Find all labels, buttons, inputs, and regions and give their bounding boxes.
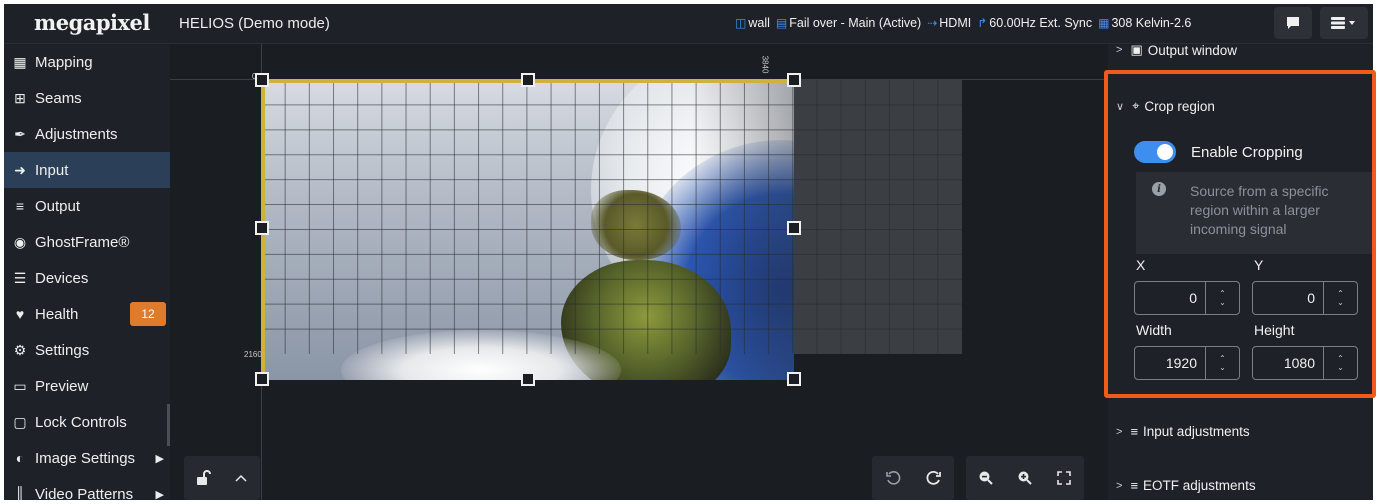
signal-pulse-icon: ↱: [977, 16, 988, 30]
logo: megapixel: [34, 10, 150, 35]
list-icon: ☰: [13, 269, 27, 286]
sliders-icon: ≡: [1130, 478, 1139, 493]
section-output-window[interactable]: > ▣ Output window: [1116, 42, 1237, 58]
sidebar-item-devices[interactable]: ☰ Devices: [4, 260, 170, 296]
app-title: HELIOS (Demo mode): [179, 15, 330, 32]
sidebar-item-lock-controls[interactable]: ▢ Lock Controls: [4, 404, 170, 440]
resize-handle-top-right[interactable]: [787, 73, 801, 87]
undo-icon: [885, 471, 900, 485]
cogs-icon: ⚙: [13, 341, 27, 358]
resize-handle-right[interactable]: [787, 221, 801, 235]
collapse-button[interactable]: [226, 474, 256, 482]
status-sync[interactable]: ↱ 60.00Hz Ext. Sync: [977, 16, 1092, 30]
sliders-icon: ≡: [1130, 424, 1139, 439]
crop-region-highlight: [1104, 70, 1376, 398]
barcode-icon: ║: [15, 486, 25, 500]
sign-in-icon: ➜: [14, 161, 26, 178]
database-menu-button[interactable]: [1320, 7, 1368, 39]
database-icon: ◫: [735, 16, 747, 30]
resize-handle-top[interactable]: [521, 73, 535, 87]
chat-icon: [1287, 17, 1299, 29]
unlock-icon: ▢: [13, 413, 27, 430]
sidebar-item-seams[interactable]: ⊞ Seams: [4, 80, 170, 116]
chevron-up-icon: [235, 474, 247, 482]
sidebar: ▦ Mapping ⊞ Seams ✒ Adjustments ➜ Input ≡ Out…: [4, 44, 170, 500]
chevron-right-icon: >: [1116, 425, 1123, 438]
grid-icon: ▦: [1098, 16, 1110, 30]
brush-icon: ✒: [14, 125, 26, 142]
mapping-canvas[interactable]: 0 3840 2160: [170, 44, 1108, 500]
zoom-in-button[interactable]: [1010, 470, 1040, 486]
zoom-out-button[interactable]: [971, 470, 1001, 486]
status-wall[interactable]: ◫ wall: [735, 16, 770, 30]
sidebar-item-video-patterns[interactable]: ║ Video Patterns ▶: [4, 476, 170, 501]
sliders-icon: ≡: [15, 198, 25, 214]
fit-screen-button[interactable]: [1049, 471, 1079, 485]
zoom-in-icon: [1018, 471, 1032, 485]
monitor-icon: ▭: [13, 377, 27, 394]
server-icon: ▤: [775, 16, 788, 30]
section-eotf-adjustments[interactable]: > ≡ EOTF adjustments: [1116, 478, 1256, 493]
history-group: [872, 456, 954, 500]
table-icon: ▦: [13, 53, 27, 70]
undo-button[interactable]: [878, 470, 908, 486]
resize-handle-bottom[interactable]: [521, 372, 535, 386]
sidebar-item-health[interactable]: ♥ Health 12: [4, 296, 170, 332]
sidebar-item-output[interactable]: ≡ Output: [4, 188, 170, 224]
input-arrow-icon: ⇢: [927, 16, 938, 30]
zoom-out-icon: [979, 471, 993, 485]
caret-right-icon: ▶: [155, 488, 164, 501]
ruler-width-label: 3840: [760, 55, 770, 74]
caret-right-icon: ▶: [155, 452, 164, 465]
sidebar-item-image-settings[interactable]: ◐ Image Settings ▶: [4, 440, 170, 476]
sidebar-item-mapping[interactable]: ▦ Mapping: [4, 44, 170, 80]
resize-handle-bottom-right[interactable]: [787, 372, 801, 386]
output-window-icon: ▣: [1130, 42, 1143, 57]
resize-handle-bottom-left[interactable]: [255, 372, 269, 386]
unlock-button[interactable]: [188, 470, 218, 486]
health-badge: 12: [130, 302, 166, 326]
status-profile[interactable]: ▦ 308 Kelvin-2.6: [1098, 16, 1191, 30]
lock-toggle-group: [184, 456, 260, 500]
sidebar-item-adjustments[interactable]: ✒ Adjustments: [4, 116, 170, 152]
zoom-group: [966, 456, 1084, 500]
section-input-adjustments[interactable]: > ≡ Input adjustments: [1116, 424, 1250, 439]
contrast-icon: ◐: [15, 450, 25, 466]
status-failover[interactable]: ▤ Fail over - Main (Active): [776, 16, 921, 30]
status-bar: ◫ wall ▤ Fail over - Main (Active) ⇢ HDMI ↱…: [735, 16, 1197, 30]
redo-icon: [926, 470, 941, 485]
status-input[interactable]: ⇢ HDMI: [927, 16, 971, 30]
ghostframe-icon: ◉: [13, 233, 27, 250]
sidebar-item-settings[interactable]: ⚙ Settings: [4, 332, 170, 368]
database-menu-icon: [1331, 17, 1355, 29]
chat-button[interactable]: [1274, 7, 1312, 39]
sidebar-item-ghostframe[interactable]: ◉ GhostFrame®: [4, 224, 170, 260]
chevron-right-icon: >: [1116, 44, 1123, 56]
heart-pulse-icon: ♥: [15, 306, 25, 322]
redo-button[interactable]: [919, 470, 949, 486]
resize-handle-top-left[interactable]: [255, 73, 269, 87]
ruler-height-label: 2160: [244, 350, 262, 359]
resize-handle-left[interactable]: [255, 221, 269, 235]
sidebar-item-input[interactable]: ➜ Input: [4, 152, 170, 188]
top-bar: megapixel HELIOS (Demo mode) ◫ wall ▤ Fail…: [4, 4, 1373, 44]
sidebar-item-preview[interactable]: ▭ Preview: [4, 368, 170, 404]
panel-grid: [261, 80, 962, 354]
expand-icon: [1057, 471, 1072, 485]
chevron-right-icon: >: [1116, 479, 1123, 492]
plus-square-icon: ⊞: [14, 89, 26, 106]
unlock-icon: [197, 470, 211, 485]
